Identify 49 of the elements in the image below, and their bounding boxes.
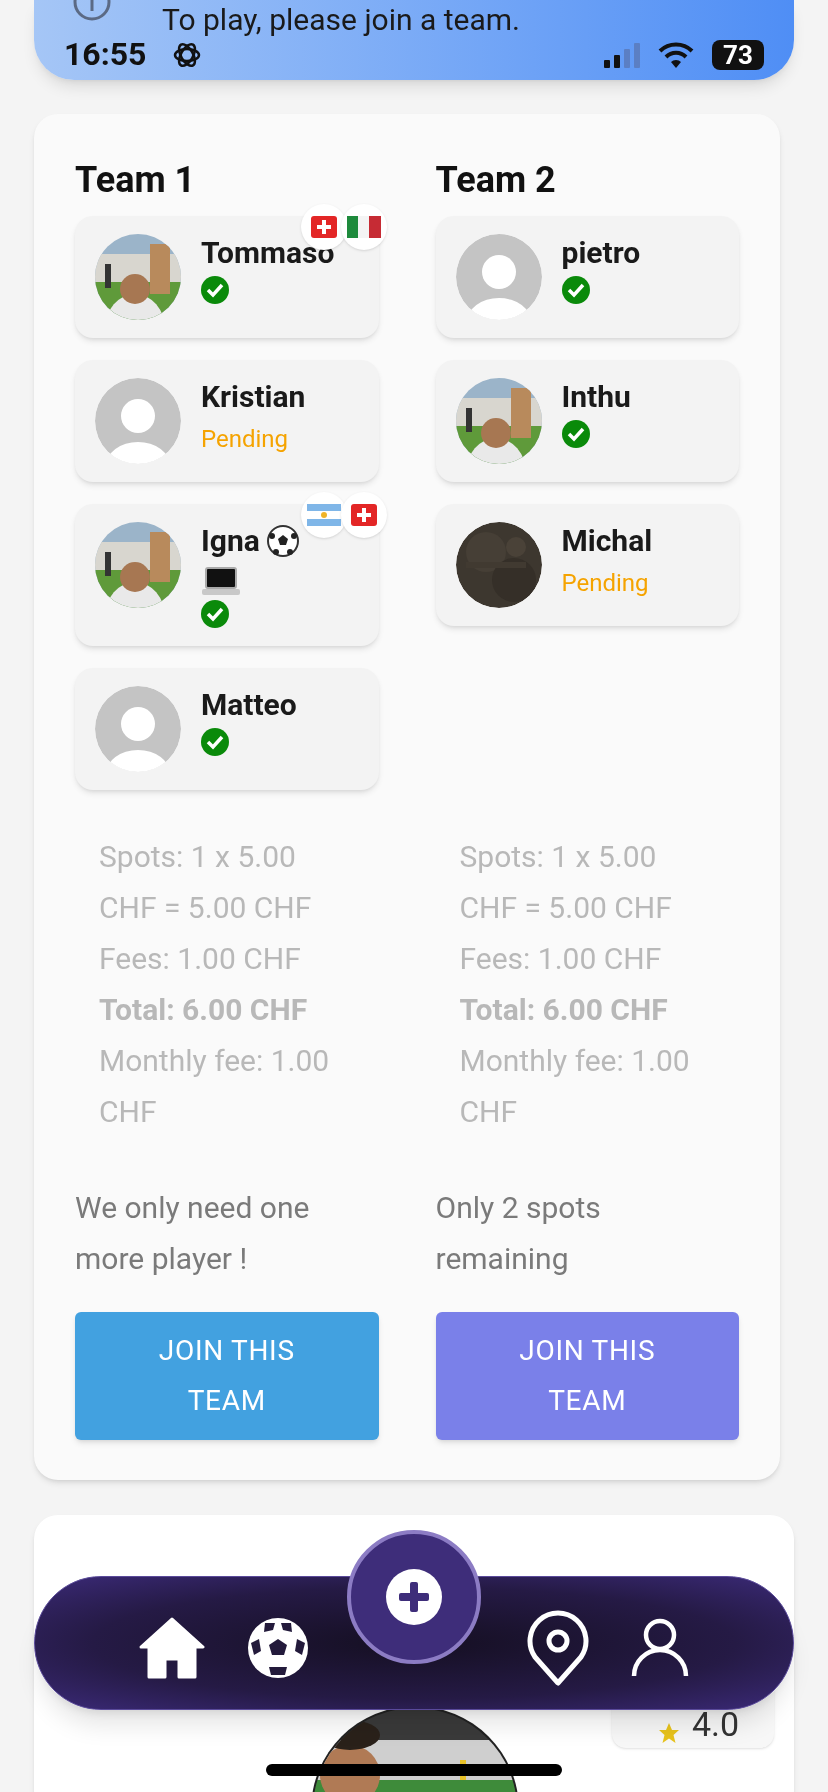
profile-icon[interactable]: [631, 1618, 689, 1678]
price-line: Fees: 1.00 CHF: [459, 940, 663, 978]
player-card[interactable]: Igna: [75, 504, 379, 646]
player-name: Inthu: [561, 378, 631, 416]
wifi-icon: [658, 42, 694, 68]
price-line: Fees: 1.00 CHF: [99, 940, 302, 978]
soccer-ball-icon: [265, 524, 300, 558]
player-name: Tommaso: [201, 234, 335, 272]
avatar-placeholder-icon: [95, 686, 181, 772]
soccer-ball-icon[interactable]: [247, 1617, 309, 1679]
battery-indicator: 73: [712, 40, 764, 70]
pending-status: Pending: [201, 424, 290, 455]
price-line: Spots: 1 x 5.00 CHF = 5.00 CHF: [459, 838, 673, 927]
avatar-placeholder-icon: [95, 378, 181, 464]
player-name: Kristian: [201, 378, 306, 416]
price-line: Spots: 1 x 5.00 CHF = 5.00 CHF: [99, 838, 313, 927]
team-title: Team 2: [435, 158, 557, 202]
player-card[interactable]: Matteo: [75, 668, 379, 790]
price-line: Total: 6.00 CHF: [99, 991, 309, 1029]
flower-icon: [172, 40, 202, 70]
pending-status: Pending: [561, 568, 650, 599]
swiss-flag-icon: [310, 216, 337, 238]
star-icon: [658, 1722, 680, 1744]
player-name: Igna: [201, 522, 260, 560]
team-message: We only need one more player !: [75, 1189, 311, 1278]
player-card[interactable]: Michal Pending: [435, 504, 739, 626]
player-card[interactable]: Inthu: [435, 360, 739, 482]
player-name: pietro: [561, 234, 641, 272]
player-card[interactable]: Tommaso: [75, 216, 379, 338]
signal-icon: [604, 42, 642, 68]
team-title: Team 1: [75, 158, 197, 202]
avatar-placeholder-icon: [455, 234, 542, 320]
price-line: Total: 6.00 CHF: [459, 991, 669, 1029]
player-card[interactable]: Kristian Pending: [75, 360, 379, 482]
location-pin-icon[interactable]: [527, 1610, 589, 1686]
swiss-flag-icon: [350, 504, 377, 526]
laptop-icon: [201, 566, 241, 596]
clock-time: 16:55: [64, 34, 147, 74]
home-icon[interactable]: [139, 1617, 205, 1679]
banner-message: To play, please join a team.: [162, 1, 521, 39]
plus-icon: [386, 1569, 442, 1625]
italian-flag-icon: [346, 216, 381, 238]
player-name: Michal: [561, 522, 653, 560]
team-message: Only 2 spots remaining: [435, 1189, 602, 1278]
player-card[interactable]: pietro: [435, 216, 739, 338]
price-line: Monthly fee: 1.00 CHF: [459, 1042, 691, 1131]
price-line: Monthly fee: 1.00 CHF: [99, 1042, 331, 1131]
player-name: Matteo: [201, 686, 297, 724]
rating-value: 4.0: [692, 1704, 740, 1744]
